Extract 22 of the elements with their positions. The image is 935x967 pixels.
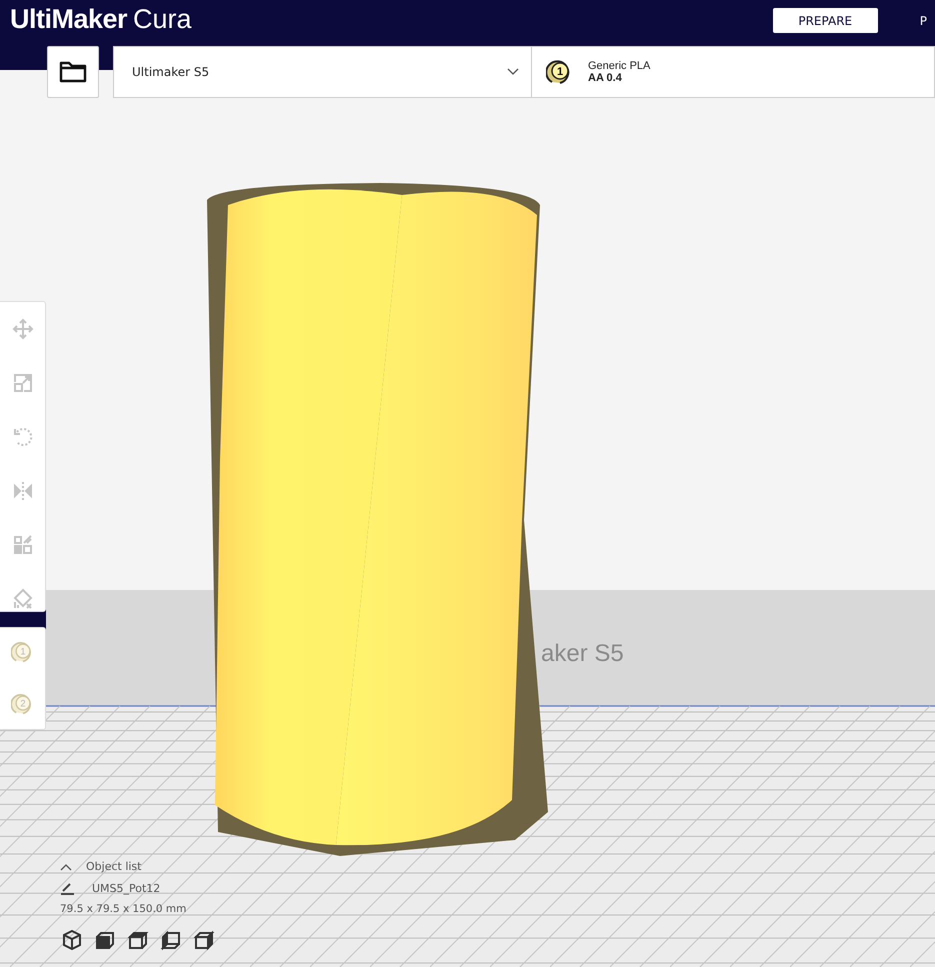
top-view-button[interactable] xyxy=(126,929,149,952)
stage-tab[interactable]: P xyxy=(912,8,935,33)
folder-icon xyxy=(59,60,87,84)
material-selector[interactable]: 1 Generic PLA AA 0.4 xyxy=(532,46,935,98)
object-dimensions: 79.5 x 79.5 x 150.0 mm xyxy=(60,903,188,915)
material-name: Generic PLA xyxy=(588,60,650,72)
chevron-down-icon xyxy=(507,68,519,76)
printer-selector[interactable]: Ultimaker S5 xyxy=(113,46,532,98)
right-view-button[interactable] xyxy=(192,929,215,952)
chevron-up-icon xyxy=(60,862,72,870)
product-name: Cura xyxy=(133,4,192,35)
plate-label: aker S5 xyxy=(541,640,624,667)
nozzle-size: AA 0.4 xyxy=(588,72,623,84)
left-view-button[interactable] xyxy=(159,929,182,952)
brand-name: UltiMaker xyxy=(10,4,128,35)
object-name: UMS5_Pot12 xyxy=(92,882,160,894)
open-file-button[interactable] xyxy=(47,46,99,98)
front-view-button[interactable] xyxy=(93,929,116,952)
object-list-toggle[interactable]: Object list xyxy=(60,860,215,873)
3d-view-button[interactable] xyxy=(60,929,83,952)
pencil-icon xyxy=(60,881,76,895)
stage-tab[interactable]: PREPARE xyxy=(772,8,878,33)
